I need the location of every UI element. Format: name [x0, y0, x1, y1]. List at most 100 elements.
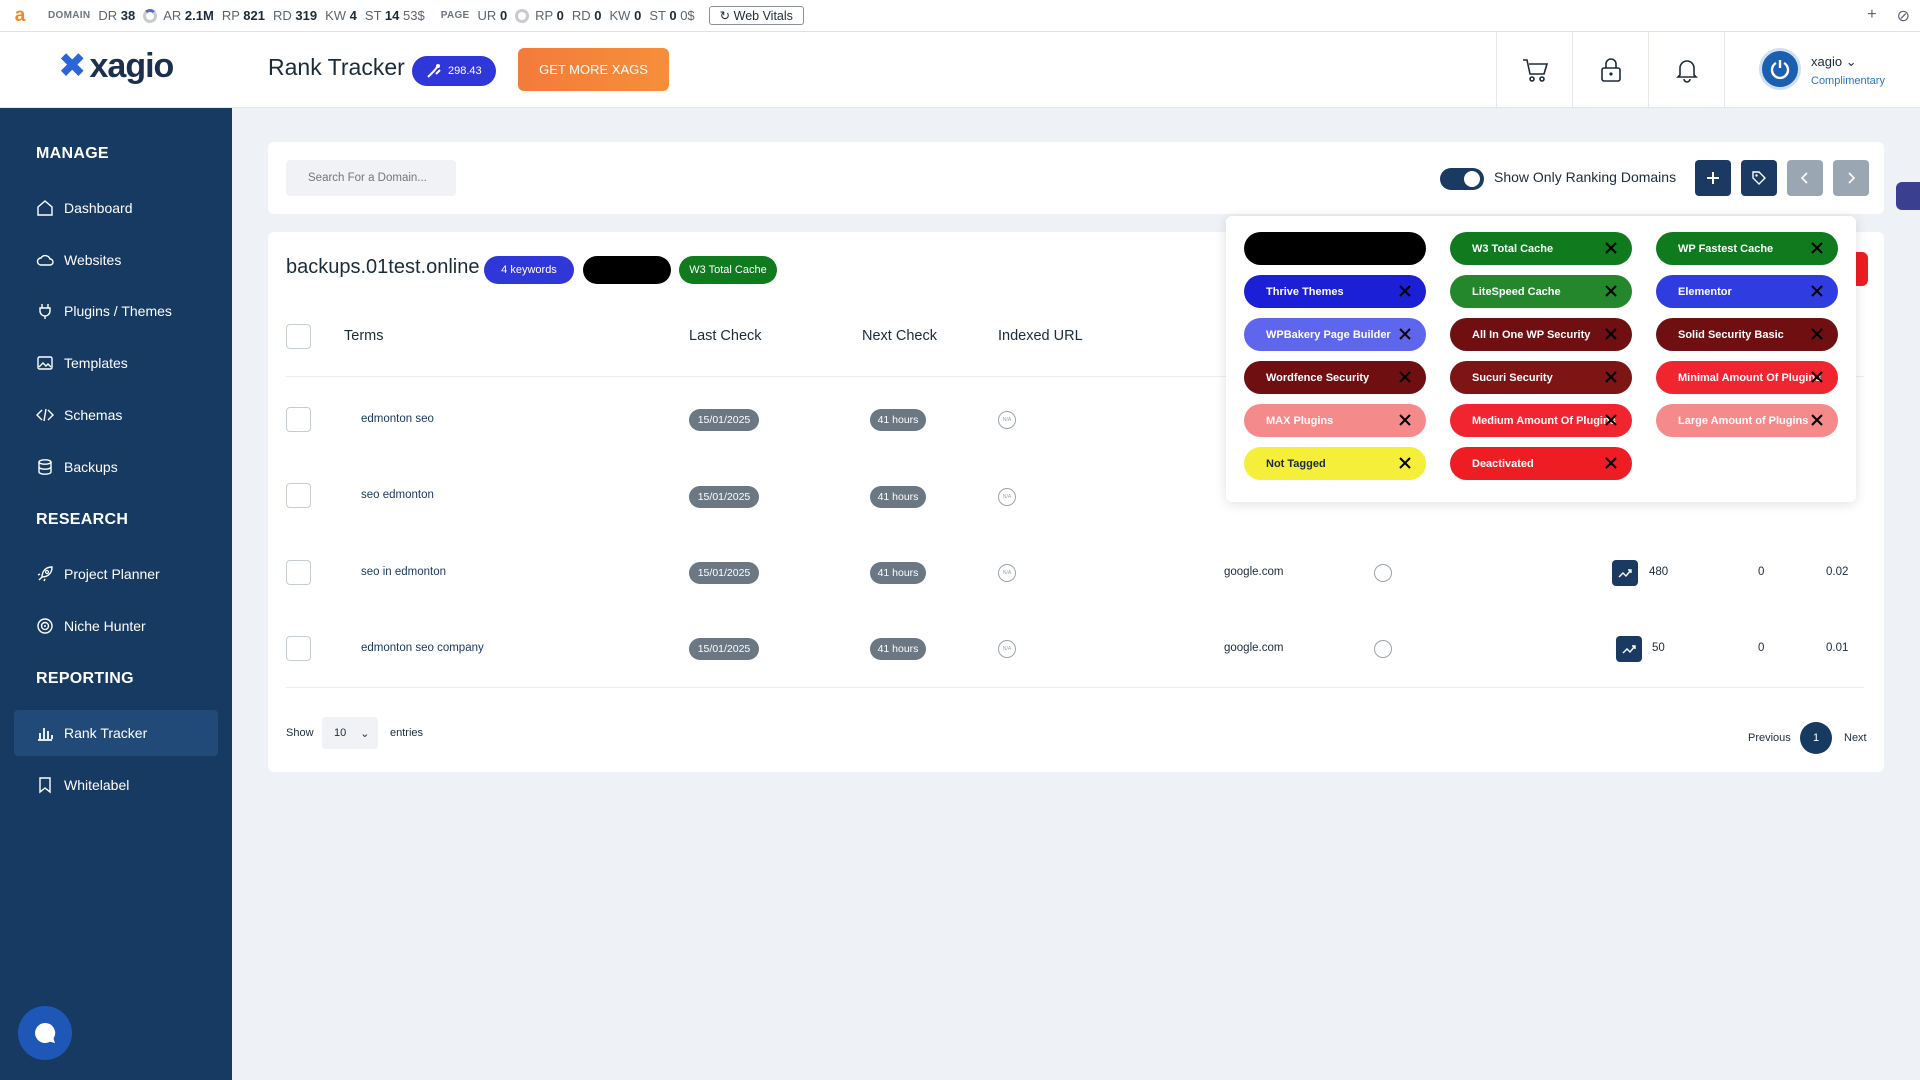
sidebar: MANAGE Dashboard Websites Plugins / Them… [0, 108, 232, 1080]
trend-chart-button[interactable] [1616, 636, 1642, 662]
close-icon[interactable] [1398, 413, 1412, 427]
tag-item[interactable]: Minimal Amount Of Plugins [1656, 361, 1838, 394]
sidebar-item-dashboard[interactable]: Dashboard [14, 185, 218, 231]
tag-item[interactable]: All In One WP Security [1450, 318, 1632, 351]
fingerprint-widget-tab[interactable] [1896, 182, 1920, 210]
close-icon[interactable] [1604, 327, 1618, 341]
avatar[interactable] [1759, 48, 1801, 90]
cpc-value: 0.02 [1826, 566, 1849, 578]
col-next-check[interactable]: Next Check [862, 328, 937, 344]
close-icon[interactable] [1810, 370, 1824, 384]
user-menu[interactable]: xagio ⌄ Complimentary [1724, 32, 1920, 108]
pagination-next[interactable]: Next [1844, 732, 1867, 744]
tag-item[interactable]: Elementor [1656, 275, 1838, 308]
sidebar-item-websites[interactable]: Websites [14, 237, 218, 283]
close-icon[interactable] [1398, 327, 1412, 341]
tag-item[interactable]: Wordfence Security [1244, 361, 1426, 394]
keyword-term[interactable]: edmonton seo [361, 413, 434, 425]
tag-item[interactable]: MAX Plugins [1244, 404, 1426, 437]
sidebar-item-niche-hunter[interactable]: Niche Hunter [14, 603, 218, 649]
section-research: RESEARCH [36, 511, 129, 528]
tag-item[interactable]: LiteSpeed Cache [1450, 275, 1632, 308]
close-icon[interactable] [1604, 241, 1618, 255]
tag-item[interactable]: W3 Total Cache [1450, 232, 1632, 265]
notifications-button[interactable] [1648, 32, 1724, 108]
sidebar-item-schemas[interactable]: Schemas [14, 392, 218, 438]
close-icon[interactable] [1398, 456, 1412, 470]
web-vitals-button[interactable]: ↻ Web Vitals [708, 6, 804, 25]
tag-item[interactable]: Deactivated [1450, 447, 1632, 480]
tag-item[interactable]: Not Tagged [1244, 447, 1426, 480]
last-check-badge: 15/01/2025 [689, 562, 759, 584]
row-checkbox[interactable] [286, 407, 311, 432]
sidebar-item-rank-tracker[interactable]: Rank Tracker [14, 710, 218, 756]
search-card: Show Only Ranking Domains [268, 142, 1884, 214]
next-domain-button[interactable] [1833, 160, 1869, 196]
tag-item[interactable]: Large Amount of Plugins [1656, 404, 1838, 437]
keywords-badge[interactable]: 4 keywords [484, 256, 574, 284]
xagio-logo[interactable]: ✖ xagio [58, 46, 174, 86]
metric-value: 0 [1758, 642, 1765, 654]
chat-icon [35, 1022, 56, 1043]
sidebar-item-backups[interactable]: Backups [14, 444, 218, 490]
plus-icon[interactable]: + [1867, 6, 1876, 26]
na-icon: N/A [998, 411, 1016, 429]
domain-search-input[interactable] [286, 160, 456, 196]
tag-badge[interactable]: W3 Total Cache [679, 256, 777, 284]
close-icon[interactable] [1604, 456, 1618, 470]
home-icon [37, 200, 53, 216]
col-last-check[interactable]: Last Check [689, 328, 762, 344]
black-tag-badge[interactable] [583, 256, 671, 284]
close-icon[interactable] [1604, 370, 1618, 384]
pagination-page-1[interactable]: 1 [1800, 722, 1832, 754]
cart-button[interactable] [1496, 32, 1572, 108]
sidebar-item-project-planner[interactable]: Project Planner [14, 551, 218, 597]
domain-label: DOMAIN [48, 10, 91, 21]
close-icon[interactable] [1604, 413, 1618, 427]
tag-item[interactable]: Sucuri Security [1450, 361, 1632, 394]
row-checkbox[interactable] [286, 636, 311, 661]
lock-button[interactable] [1572, 32, 1648, 108]
row-checkbox[interactable] [286, 483, 311, 508]
close-icon[interactable] [1810, 284, 1824, 298]
prev-domain-button[interactable] [1787, 160, 1823, 196]
tag-item[interactable]: WP Fastest Cache [1656, 232, 1838, 265]
select-all-checkbox[interactable] [286, 324, 311, 349]
settings-icon[interactable]: ⊘ [1897, 6, 1910, 26]
close-icon[interactable] [1398, 284, 1412, 298]
chat-launcher-button[interactable] [18, 1006, 72, 1060]
close-icon[interactable] [1398, 370, 1412, 384]
tag-item[interactable]: WPBakery Page Builder [1244, 318, 1426, 351]
ranking-domains-toggle[interactable] [1440, 168, 1484, 190]
add-button[interactable] [1695, 160, 1731, 196]
row-checkbox[interactable] [286, 560, 311, 585]
close-icon[interactable] [1604, 284, 1618, 298]
page-label: PAGE [440, 10, 470, 21]
sidebar-item-whitelabel[interactable]: Whitelabel [14, 762, 218, 808]
xags-balance-badge[interactable]: 298.43 [412, 56, 496, 86]
trend-chart-button[interactable] [1612, 560, 1638, 586]
keyword-term[interactable]: edmonton seo company [361, 642, 484, 654]
seo-extension-logo[interactable]: a [0, 5, 40, 27]
close-icon[interactable] [1810, 327, 1824, 341]
tags-button[interactable] [1741, 160, 1777, 196]
user-name[interactable]: xagio ⌄ [1811, 54, 1857, 70]
col-indexed-url[interactable]: Indexed URL [998, 328, 1083, 344]
tag-item[interactable]: Medium Amount Of Plugins [1450, 404, 1632, 437]
logo-mark-icon: ✖ [58, 47, 86, 85]
keyword-term[interactable]: seo in edmonton [361, 566, 446, 578]
keyword-term[interactable]: seo edmonton [361, 489, 434, 501]
section-manage: MANAGE [36, 145, 109, 162]
pagination-previous[interactable]: Previous [1748, 732, 1791, 744]
tag-item[interactable]: Solid Security Basic [1656, 318, 1838, 351]
col-terms[interactable]: Terms [344, 328, 383, 344]
tag-item[interactable]: Thrive Themes [1244, 275, 1426, 308]
sidebar-item-templates[interactable]: Templates [14, 340, 218, 386]
close-icon[interactable] [1810, 413, 1824, 427]
entries-select[interactable]: 10 ⌄ [322, 717, 378, 749]
tag-item[interactable] [1244, 232, 1426, 265]
sidebar-item-plugins-themes[interactable]: Plugins / Themes [14, 288, 218, 334]
location-icon [1374, 640, 1392, 658]
close-icon[interactable] [1810, 241, 1824, 255]
get-more-xags-button[interactable]: GET MORE XAGS [518, 48, 669, 91]
